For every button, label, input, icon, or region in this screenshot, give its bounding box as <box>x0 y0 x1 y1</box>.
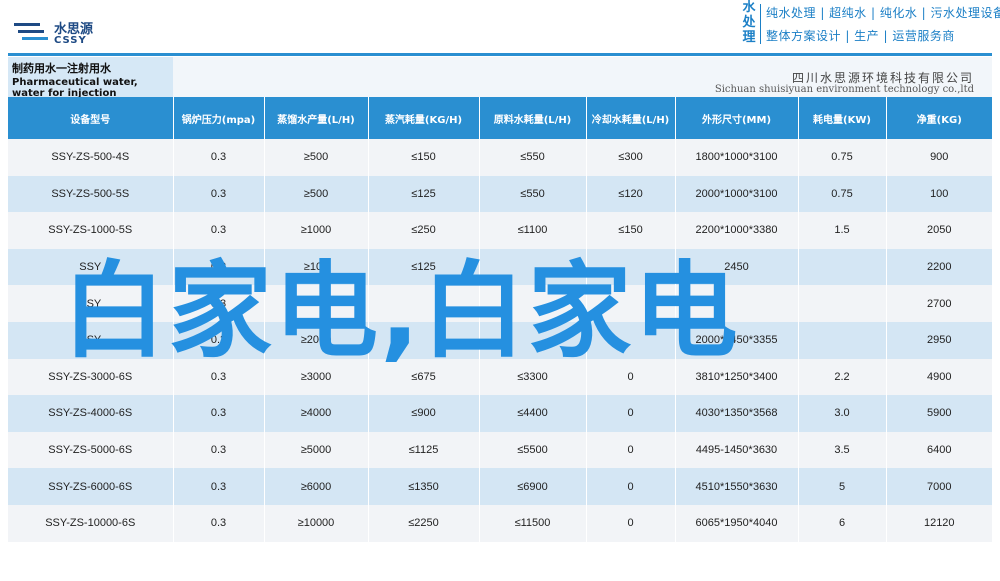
table-cell: SSY-ZS-4000-6S <box>8 395 174 432</box>
table-cell: ≤550 <box>479 175 587 213</box>
table-row: SSY-ZS-6000-6S 0.3 ≥6000 ≤1350 ≤6900 0 4510*15… <box>8 468 992 505</box>
table-cell: 5900 <box>886 395 992 432</box>
column-header: 锅炉压力(mpa) <box>173 97 265 139</box>
table-cell: 100 <box>886 175 992 213</box>
table-cell: 12120 <box>886 504 992 542</box>
table-row: SSY-ZS-10000-6S 0.3 ≥10000 ≤2250 ≤11500 0 6065… <box>8 504 992 542</box>
table-title: 制药用水一注射用水 Pharmaceutical water, water fo… <box>8 57 173 99</box>
table-cell: SSY-ZS-500-5S <box>8 175 174 213</box>
table-header-row: 设备型号 锅炉压力(mpa) 蒸馏水产量(L/H) 蒸汽耗量(KG/H) 原料水… <box>8 97 992 139</box>
table-cell: 6 <box>798 504 887 542</box>
table-cell: 0 <box>586 504 676 542</box>
table-cell: ≤6900 <box>479 468 587 505</box>
slogan-line-1: 纯水处理 | 超纯水 | 纯化水 | 污水处理设备 <box>766 6 1000 20</box>
table-cell: SSY-ZS-10000-6S <box>8 504 174 542</box>
slogan-vertical-label: 水处理 <box>742 0 756 45</box>
table-cell: 5 <box>798 468 887 505</box>
table-cell: 0.3 <box>173 431 265 469</box>
column-header: 原料水耗量(L/H) <box>479 97 587 139</box>
table-cell: ≤120 <box>586 175 676 213</box>
table-cell: 0.3 <box>173 175 265 213</box>
table-cell: 0.3 <box>173 504 265 542</box>
table-cell: ≥10000 <box>264 504 369 542</box>
table-title-en: Pharmaceutical water, water for injectio… <box>12 77 138 99</box>
table-cell: 3.0 <box>798 395 887 432</box>
table-cell: 0.3 <box>173 139 265 176</box>
brand-logo: 水思源 CSSY <box>14 16 134 52</box>
table-cell: 1800*1000*3100 <box>675 139 799 176</box>
table-cell: SSY-ZS-6000-6S <box>8 468 174 505</box>
column-header: 净重(KG) <box>886 97 992 139</box>
table-row: SSY-ZS-500-5S 0.3 ≥500 ≤125 ≤550 ≤120 2000*100… <box>8 175 992 213</box>
table-cell: 7000 <box>886 468 992 505</box>
table-cell: ≤125 <box>368 175 480 213</box>
table-cell: ≤150 <box>368 139 480 176</box>
table-cell: 6400 <box>886 431 992 469</box>
slogan-divider <box>760 4 761 44</box>
table-cell: ≥500 <box>264 175 369 213</box>
company-name-en: Sichuan shuisiyuan environment technolog… <box>714 84 974 95</box>
table-cell: ≤11500 <box>479 504 587 542</box>
slogan-line-2: 整体方案设计 | 生产 | 运营服务商 <box>766 29 955 43</box>
table-cell: ≤5500 <box>479 431 587 469</box>
table-row: SSY-ZS-500-4S 0.3 ≥500 ≤150 ≤550 ≤300 1800*100… <box>8 139 992 176</box>
header-divider <box>8 53 992 56</box>
table-cell: 4495-1450*3630 <box>675 431 799 469</box>
table-cell: ≤4400 <box>479 395 587 432</box>
table-cell: 900 <box>886 139 992 176</box>
water-drop-logo-icon <box>14 23 48 40</box>
table-cell: 4030*1350*3568 <box>675 395 799 432</box>
table-cell: ≤1350 <box>368 468 480 505</box>
table-cell: ≤550 <box>479 139 587 176</box>
table-cell: 3.5 <box>798 431 887 469</box>
table-cell: SSY-ZS-5000-6S <box>8 431 174 469</box>
column-header: 耗电量(KW) <box>798 97 887 139</box>
table-row: SSY-ZS-4000-6S 0.3 ≥4000 ≤900 ≤4400 0 4030*135… <box>8 395 992 432</box>
column-header: 蒸馏水产量(L/H) <box>264 97 369 139</box>
table-cell: ≥6000 <box>264 468 369 505</box>
table-cell: ≤300 <box>586 139 676 176</box>
table-cell: SSY-ZS-500-4S <box>8 139 174 176</box>
table-cell: ≤900 <box>368 395 480 432</box>
table-cell: ≥500 <box>264 139 369 176</box>
table-cell: 0 <box>586 395 676 432</box>
table-title-cn: 制药用水一注射用水 <box>12 62 111 75</box>
column-header: 冷却水耗量(L/H) <box>586 97 676 139</box>
column-header: 设备型号 <box>8 97 174 139</box>
table-cell: 2000*1000*3100 <box>675 175 799 213</box>
table-cell: ≤1125 <box>368 431 480 469</box>
table-cell: 6065*1950*4040 <box>675 504 799 542</box>
slogan: 水处理 纯水处理 | 超纯水 | 纯化水 | 污水处理设备 整体方案设计 | 生… <box>737 0 1000 50</box>
brand-name-en: CSSY <box>54 35 87 46</box>
company-banner: 四川水思源环境科技有限公司 Sichuan shuisiyuan environ… <box>173 57 992 97</box>
table-cell: 0.75 <box>798 139 887 176</box>
table-cell: ≤2250 <box>368 504 480 542</box>
overlay-watermark-text: 白家电,白家电 <box>62 250 740 372</box>
table-cell: 0.3 <box>173 395 265 432</box>
column-header: 外形尺寸(MM) <box>675 97 799 139</box>
table-cell: ≥4000 <box>264 395 369 432</box>
table-cell: ≥5000 <box>264 431 369 469</box>
table-cell: 0.75 <box>798 175 887 213</box>
table-cell: 0 <box>586 431 676 469</box>
table-row: SSY-ZS-5000-6S 0.3 ≥5000 ≤1125 ≤5500 0 4495-14… <box>8 431 992 469</box>
table-cell: 4510*1550*3630 <box>675 468 799 505</box>
column-header: 蒸汽耗量(KG/H) <box>368 97 480 139</box>
table-cell: 0 <box>586 468 676 505</box>
table-cell: 0.3 <box>173 468 265 505</box>
